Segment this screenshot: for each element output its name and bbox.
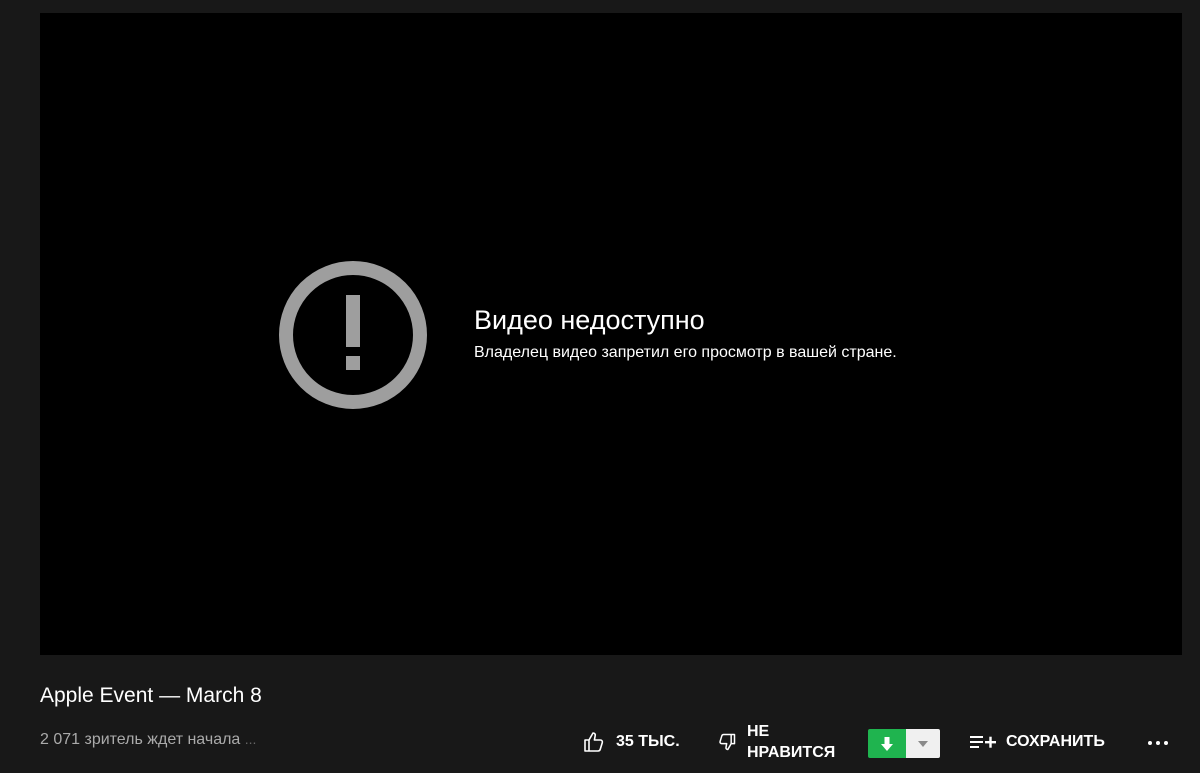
save-button[interactable]: СОХРАНИТЬ bbox=[970, 730, 1105, 754]
error-title: Видео недоступно bbox=[474, 305, 705, 335]
viewer-count-ellipsis: ... bbox=[244, 731, 257, 747]
more-horizontal-icon bbox=[1148, 741, 1168, 745]
playlist-add-icon bbox=[970, 736, 996, 748]
save-label: СОХРАНИТЬ bbox=[1006, 733, 1105, 750]
dislike-label: НЕ НРАВИТСЯ bbox=[747, 721, 835, 763]
like-count: 35 ТЫС. bbox=[616, 733, 680, 750]
viewer-count-text: 2 071 зритель ждет начала bbox=[40, 731, 241, 748]
download-options-dropdown[interactable] bbox=[906, 729, 940, 758]
dislike-label-line1: НЕ bbox=[747, 723, 770, 740]
video-player[interactable]: Видео недоступно Владелец видео запретил… bbox=[40, 13, 1182, 655]
thumbs-up-icon bbox=[584, 732, 604, 752]
video-title: Apple Event — March 8 bbox=[40, 684, 262, 707]
viewer-count: 2 071 зритель ждет начала ... bbox=[40, 731, 256, 749]
dislike-button[interactable]: НЕ НРАВИТСЯ bbox=[717, 722, 835, 762]
thumbs-down-icon bbox=[719, 733, 736, 751]
error-message: Владелец видео запретил его просмотр в в… bbox=[474, 344, 897, 361]
alert-circle-icon bbox=[279, 261, 427, 409]
dislike-label-line2: НРАВИТСЯ bbox=[747, 744, 836, 761]
like-button[interactable]: 35 ТЫС. bbox=[582, 728, 680, 756]
download-arrow-icon bbox=[881, 736, 893, 751]
more-actions-button[interactable] bbox=[1146, 733, 1170, 753]
download-button[interactable] bbox=[868, 729, 906, 758]
chevron-down-icon bbox=[918, 740, 928, 747]
